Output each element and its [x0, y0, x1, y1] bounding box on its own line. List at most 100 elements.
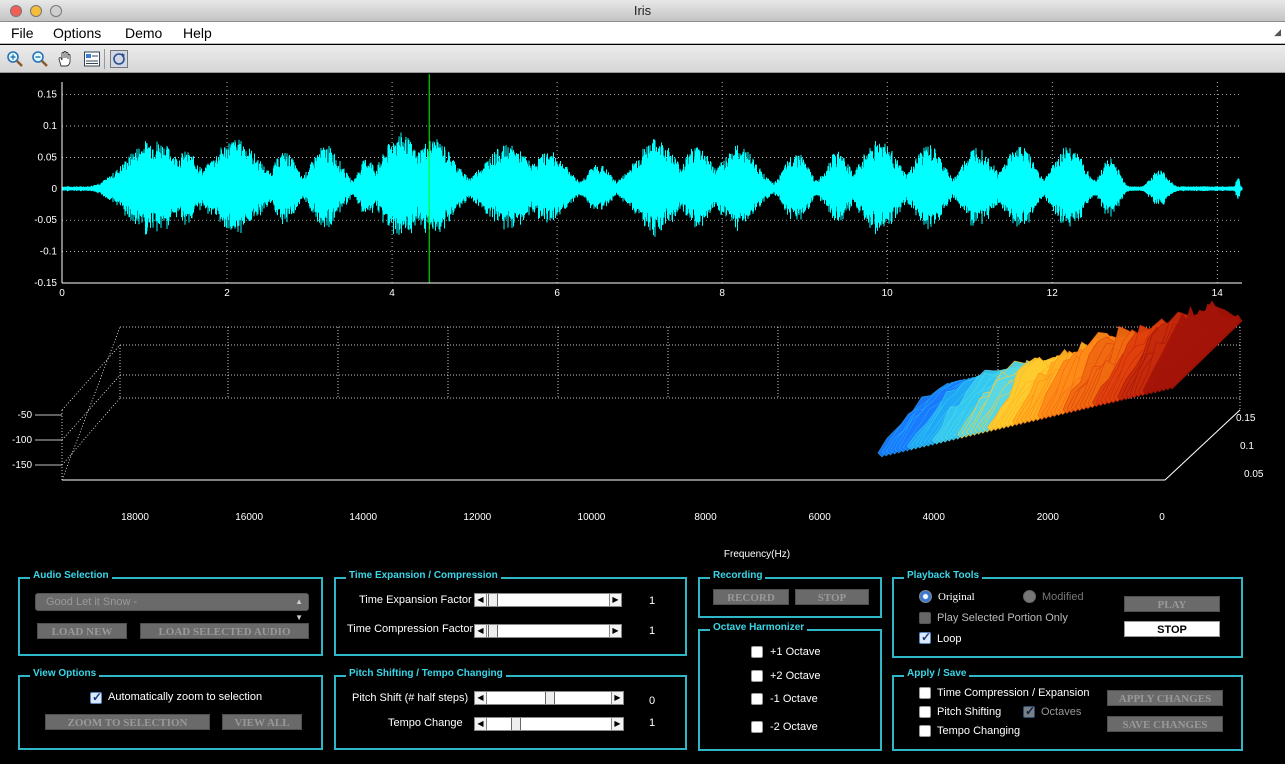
waveform-x-tick: 10	[882, 288, 894, 299]
play-button[interactable]: PLAY	[1124, 596, 1220, 612]
waveform-y-tick: -0.1	[40, 247, 58, 258]
slider-left-arrow-icon[interactable]: ◀	[475, 718, 487, 730]
apply-time-compression-checkbox[interactable]	[919, 687, 931, 699]
time-expansion-value: 1	[649, 595, 656, 607]
slider-thumb[interactable]	[488, 594, 498, 606]
time-compression-slider[interactable]: ◀ ▶	[474, 624, 622, 638]
menu-help[interactable]: Help	[183, 25, 212, 41]
play-selected-only-label: Play Selected Portion Only	[937, 612, 1068, 624]
save-changes-button[interactable]: SAVE CHANGES	[1107, 716, 1223, 732]
loop-checkbox[interactable]	[919, 630, 931, 644]
zoom-out-icon[interactable]	[30, 49, 50, 69]
apply-pitch-shifting-label: Pitch Shifting	[937, 706, 1002, 718]
pitch-shift-value: 0	[649, 695, 656, 707]
spectrogram-z-tick: -100	[12, 435, 32, 446]
octave-minus-1-checkbox[interactable]	[751, 693, 763, 705]
toolbar	[0, 45, 1285, 73]
auto-zoom-checkbox[interactable]	[90, 690, 102, 704]
slider-thumb[interactable]	[545, 692, 555, 704]
time-expansion-label: Time Expansion Factor	[359, 594, 472, 606]
apply-tempo-checkbox[interactable]	[919, 725, 931, 737]
pan-hand-icon[interactable]	[55, 49, 75, 69]
spectrogram-time-tick: 0.1	[1240, 441, 1254, 452]
waveform-plot[interactable]: 0 2 4 6 8 10 12 14 0.15 0.1 0.05 0 -0.05 -0.1 -0.15	[0, 74, 1285, 300]
original-radio[interactable]	[919, 590, 932, 603]
frequency-axis-label: Frequency(Hz)	[724, 549, 790, 560]
apply-tempo-label: Tempo Changing	[937, 725, 1021, 737]
slider-right-arrow-icon[interactable]: ▶	[609, 594, 621, 606]
slider-left-arrow-icon[interactable]: ◀	[475, 594, 487, 606]
playback-tools-panel: Playback Tools Original Modified Play Se…	[892, 570, 1243, 658]
slider-right-arrow-icon[interactable]: ▶	[611, 692, 623, 704]
audio-file-dropdown[interactable]: Good Let it Snow - ▲ ▼	[35, 593, 309, 622]
waveform-x-tick: 4	[389, 288, 395, 299]
view-all-button[interactable]: VIEW ALL	[222, 714, 302, 730]
load-new-button[interactable]: LOAD NEW	[37, 623, 127, 639]
slider-left-arrow-icon[interactable]: ◀	[475, 625, 487, 637]
tempo-change-label: Tempo Change	[388, 717, 463, 729]
toolbar-separator	[104, 49, 105, 69]
time-expansion-slider[interactable]: ◀ ▶	[474, 593, 622, 607]
waveform-x-tick: 12	[1047, 288, 1059, 299]
spectrogram-frequency-tick: 0	[1159, 512, 1165, 523]
spectrogram-frequency-tick: 6000	[809, 512, 832, 523]
menu-file[interactable]: File	[11, 25, 34, 41]
play-selected-only-checkbox[interactable]	[919, 612, 931, 624]
octave-minus-2-checkbox[interactable]	[751, 721, 763, 733]
playback-tools-title: Playback Tools	[904, 570, 983, 581]
load-selected-audio-button[interactable]: LOAD SELECTED AUDIO	[140, 623, 309, 639]
title-bar: Iris	[0, 0, 1285, 22]
spectrogram-frequency-tick: 14000	[349, 512, 377, 523]
zoom-to-selection-button[interactable]: ZOOM TO SELECTION	[45, 714, 210, 730]
window-title: Iris	[633, 3, 652, 18]
menu-demo[interactable]: Demo	[125, 25, 162, 41]
slider-left-arrow-icon[interactable]: ◀	[475, 692, 487, 704]
apply-save-title: Apply / Save	[904, 668, 970, 679]
apply-save-panel: Apply / Save Time Compression / Expansio…	[892, 668, 1243, 751]
modified-radio[interactable]	[1023, 590, 1036, 603]
menu-bar: File Options Demo Help ◢	[0, 22, 1285, 44]
audio-selection-title: Audio Selection	[30, 570, 112, 581]
view-options-title: View Options	[30, 668, 100, 679]
zoom-in-icon[interactable]	[5, 49, 25, 69]
pitch-tempo-panel: Pitch Shifting / Tempo Changing Pitch Sh…	[334, 668, 687, 750]
record-stop-button[interactable]: STOP	[795, 589, 869, 605]
tempo-change-slider[interactable]: ◀ ▶	[474, 717, 624, 731]
slider-right-arrow-icon[interactable]: ▶	[609, 625, 621, 637]
recording-panel: Recording RECORD STOP	[698, 570, 882, 618]
octave-harmonizer-panel: Octave Harmonizer +1 Octave +2 Octave -1…	[698, 622, 882, 751]
waveform-y-tick: 0.05	[38, 152, 58, 163]
modified-label: Modified	[1042, 591, 1084, 603]
slider-thumb[interactable]	[488, 625, 498, 637]
slider-right-arrow-icon[interactable]: ▶	[611, 718, 623, 730]
waveform-y-tick: 0	[51, 184, 57, 195]
spectrogram-frequency-tick: 8000	[694, 512, 717, 523]
octave-minus-1-label: -1 Octave	[770, 693, 818, 705]
playback-stop-button[interactable]: STOP	[1124, 621, 1220, 637]
spectrogram-time-tick: 0.05	[1244, 469, 1264, 480]
spectrogram-3d-plot[interactable]: -50 -100 -150 18000 16000 14000 12000 10000 8000…	[0, 300, 1285, 565]
record-button[interactable]: RECORD	[713, 589, 789, 605]
octave-harmonizer-title: Octave Harmonizer	[710, 622, 808, 633]
slider-thumb[interactable]	[511, 718, 521, 730]
menu-options[interactable]: Options	[53, 25, 101, 41]
pitch-shift-slider[interactable]: ◀ ▶	[474, 691, 624, 705]
spectrogram-z-tick: -50	[18, 410, 33, 421]
spectrogram-time-tick: 0.15	[1236, 413, 1256, 424]
octave-plus-2-label: +2 Octave	[770, 670, 821, 682]
octave-plus-2-checkbox[interactable]	[751, 670, 763, 682]
time-expansion-title: Time Expansion / Compression	[346, 570, 501, 581]
data-cursor-icon[interactable]	[82, 49, 102, 69]
apply-pitch-shifting-checkbox[interactable]	[919, 706, 931, 718]
dropdown-caret-icon: ▲ ▼	[295, 597, 303, 622]
pitch-shift-label: Pitch Shift (# half steps)	[352, 692, 469, 704]
rotate-3d-icon[interactable]	[109, 49, 129, 69]
apply-changes-button[interactable]: APPLY CHANGES	[1107, 690, 1223, 706]
waveform-x-tick: 14	[1212, 288, 1224, 299]
loop-label: Loop	[937, 633, 962, 645]
apply-octaves-checkbox[interactable]	[1023, 704, 1035, 718]
audio-selection-panel: Audio Selection Good Let it Snow - ▲ ▼ LO…	[18, 570, 323, 656]
original-label: Original	[938, 591, 975, 603]
octave-plus-1-checkbox[interactable]	[751, 646, 763, 658]
apply-time-compression-label: Time Compression / Expansion	[937, 687, 1090, 699]
